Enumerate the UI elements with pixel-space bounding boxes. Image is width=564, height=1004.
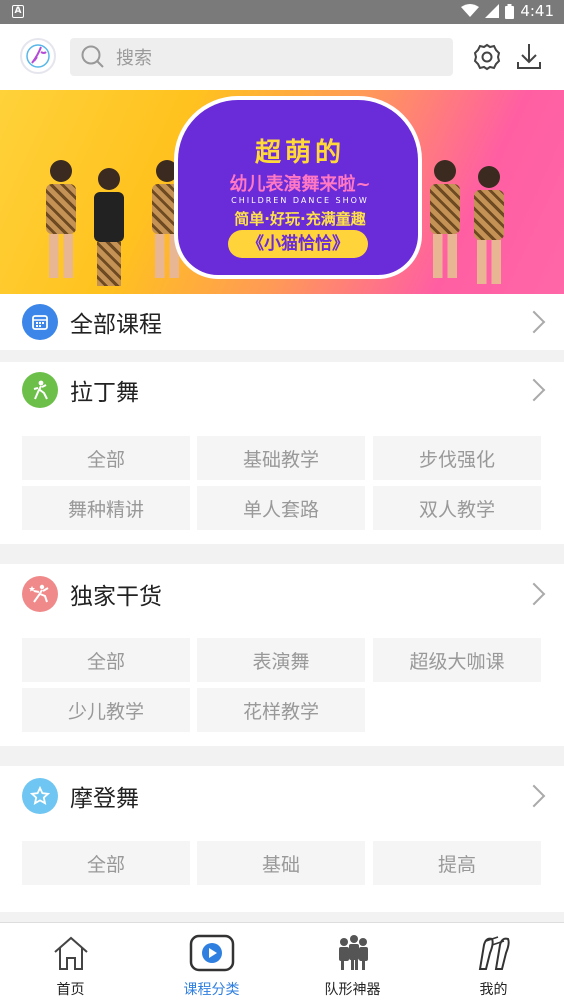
section-latin: 拉丁舞 全部 基础教学 步伐强化 舞种精讲 单人套路 双人教学 (0, 362, 564, 544)
section-modern: 摩登舞 全部 基础 提高 (0, 766, 564, 912)
banner-slogan: 简单·好玩·充满童趣 (234, 210, 366, 228)
calendar-icon (22, 304, 58, 340)
status-time: 4:41 (520, 2, 554, 20)
chip-step-training[interactable]: 步伐强化 (373, 436, 541, 480)
chip-performance[interactable]: 表演舞 (197, 638, 365, 682)
section-title: 独家干货 (70, 584, 162, 610)
download-icon (517, 44, 541, 69)
star-icon (22, 778, 58, 814)
status-indicators: 4:41 (461, 2, 554, 20)
banner-title: 超萌的 (254, 138, 345, 168)
nav-home[interactable]: 首页 (0, 923, 141, 1004)
battery-icon (505, 3, 515, 19)
banner-english: CHILDREN DANCE SHOW (231, 196, 369, 205)
notification-icon: A (12, 5, 24, 18)
section-title: 拉丁舞 (70, 380, 139, 406)
section-exclusive: 独家干货 全部 表演舞 超级大咖课 少儿教学 花样教学 (0, 564, 564, 746)
chevron-right-icon (522, 784, 546, 808)
chip-couple-teaching[interactable]: 双人教学 (373, 486, 541, 530)
chip-all[interactable]: 全部 (22, 638, 190, 682)
nav-label: 我的 (479, 982, 508, 998)
dancer-figure (428, 160, 462, 280)
settings-button[interactable] (472, 42, 502, 72)
chip-all[interactable]: 全部 (22, 436, 190, 480)
wifi-icon (461, 4, 480, 17)
dancer-figure (472, 166, 506, 286)
chip-basic[interactable]: 基础 (197, 841, 365, 885)
section-header[interactable]: 全部课程 (0, 294, 564, 350)
search-input[interactable]: 搜索 (70, 38, 453, 76)
chevron-right-icon (522, 310, 546, 334)
chevron-right-icon (522, 582, 546, 606)
chip-basic-teaching[interactable]: 基础教学 (197, 436, 365, 480)
chip-advanced[interactable]: 提高 (373, 841, 541, 885)
section-title: 摩登舞 (70, 786, 139, 812)
star-dancer-icon (22, 576, 58, 612)
nav-label: 队形神器 (324, 982, 381, 998)
nav-course-category[interactable]: 课程分类 (141, 923, 282, 1004)
chip-solo-routine[interactable]: 单人套路 (197, 486, 365, 530)
promo-banner[interactable]: 超萌的 幼儿表演舞来啦~ CHILDREN DANCE SHOW 简单·好玩·充… (0, 90, 564, 294)
search-icon (81, 45, 104, 68)
gear-icon (473, 43, 501, 71)
app-logo[interactable] (20, 38, 56, 74)
banner-tag: 《小猫恰恰》 (228, 230, 368, 258)
group-icon (330, 933, 376, 973)
chip-master-class[interactable]: 超级大咖课 (373, 638, 541, 682)
download-button[interactable] (514, 42, 544, 72)
banner-subtitle: 幼儿表演舞来啦~ (229, 174, 371, 195)
bottom-nav: 首页 课程分类 队形神器 我的 (0, 922, 564, 1004)
section-all-courses[interactable]: 全部课程 (0, 294, 564, 350)
chip-fancy-teaching[interactable]: 花样教学 (197, 688, 365, 732)
nav-label: 课程分类 (183, 982, 240, 998)
chip-dance-types[interactable]: 舞种精讲 (22, 486, 190, 530)
nav-formation[interactable]: 队形神器 (282, 923, 423, 1004)
section-header[interactable]: 摩登舞 (0, 768, 564, 824)
shoes-icon (471, 933, 517, 973)
chevron-right-icon (522, 378, 546, 402)
nav-mine[interactable]: 我的 (423, 923, 564, 1004)
dancer-logo-icon (26, 44, 50, 68)
header: 搜索 (0, 24, 564, 90)
section-title: 全部课程 (70, 312, 162, 338)
home-icon (48, 933, 94, 973)
dancer-icon (22, 372, 58, 408)
status-bar: A 4:41 (0, 0, 564, 24)
dancer-figure (44, 160, 78, 280)
search-placeholder: 搜索 (116, 48, 152, 69)
chip-kids-teaching[interactable]: 少儿教学 (22, 688, 190, 732)
play-icon (189, 933, 235, 973)
dancer-figure (92, 168, 126, 288)
section-header[interactable]: 拉丁舞 (0, 362, 564, 418)
signal-icon (485, 4, 500, 18)
section-header[interactable]: 独家干货 (0, 566, 564, 622)
nav-label: 首页 (56, 982, 85, 998)
chip-all[interactable]: 全部 (22, 841, 190, 885)
